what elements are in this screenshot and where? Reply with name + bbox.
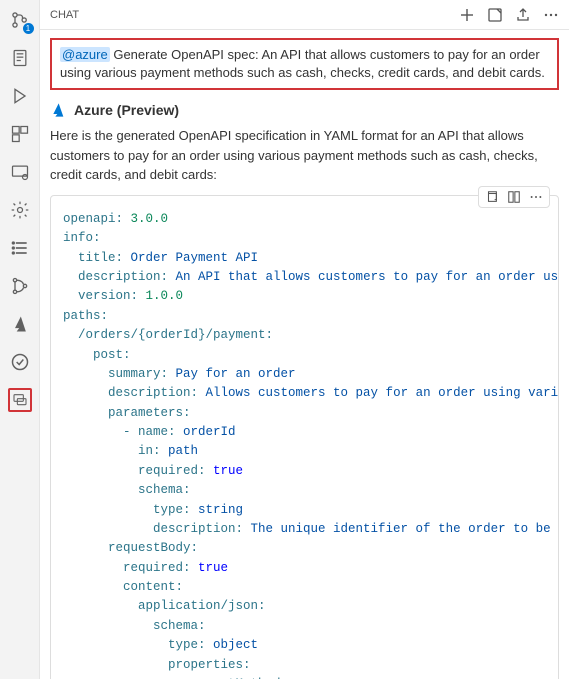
main-panel: CHAT @azure Generate OpenAPI spec: An AP…	[40, 0, 569, 679]
source-control-icon[interactable]: 1	[8, 8, 32, 32]
more-icon[interactable]	[543, 7, 559, 23]
export-icon[interactable]	[515, 7, 531, 23]
response-title: Azure (Preview)	[74, 102, 179, 118]
chat-icon[interactable]	[8, 388, 32, 412]
insert-icon[interactable]	[507, 190, 521, 204]
mention-tag: @azure	[60, 47, 110, 62]
chat-header: CHAT	[40, 0, 569, 30]
history-icon[interactable]	[487, 7, 503, 23]
checkmark-icon[interactable]	[8, 350, 32, 374]
new-chat-icon[interactable]	[459, 7, 475, 23]
badge: 1	[23, 23, 34, 34]
run-icon[interactable]	[8, 84, 32, 108]
code-content[interactable]: openapi: 3.0.0 info: title: Order Paymen…	[51, 196, 558, 679]
copy-icon[interactable]	[485, 190, 499, 204]
code-toolbar	[478, 186, 550, 208]
list-icon[interactable]	[8, 236, 32, 260]
file-icon[interactable]	[8, 46, 32, 70]
header-title: CHAT	[50, 9, 459, 21]
user-prompt: @azure Generate OpenAPI spec: An API tha…	[50, 38, 559, 90]
settings-gear-icon[interactable]	[8, 198, 32, 222]
extensions-icon[interactable]	[8, 122, 32, 146]
git-graph-icon[interactable]	[8, 274, 32, 298]
code-block: openapi: 3.0.0 info: title: Order Paymen…	[50, 195, 559, 679]
remote-icon[interactable]	[8, 160, 32, 184]
header-actions	[459, 7, 559, 23]
chat-content: @azure Generate OpenAPI spec: An API tha…	[40, 30, 569, 679]
response-text: Here is the generated OpenAPI specificat…	[50, 126, 559, 185]
code-more-icon[interactable]	[529, 190, 543, 204]
azure-icon[interactable]	[8, 312, 32, 336]
azure-logo-icon	[50, 102, 66, 118]
prompt-text: Generate OpenAPI spec: An API that allow…	[60, 47, 545, 80]
activity-bar: 1	[0, 0, 40, 679]
response-header: Azure (Preview)	[50, 102, 559, 118]
